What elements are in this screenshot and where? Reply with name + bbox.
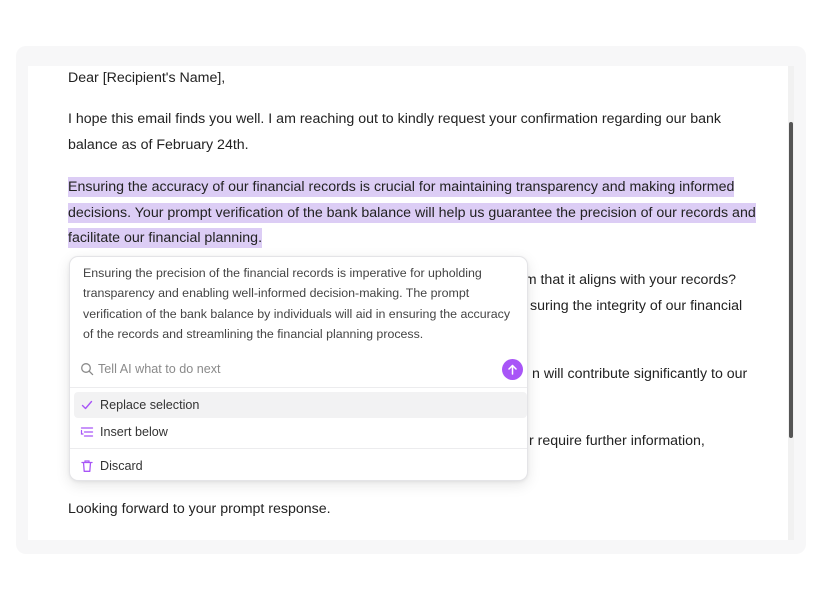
insert-below-label: Insert below xyxy=(100,425,168,439)
menu-divider xyxy=(70,448,527,449)
ai-assistant-panel: Ensuring the precision of the financial … xyxy=(69,256,528,481)
menu-divider xyxy=(70,387,527,388)
occluded-text-fragment: n will contribute significantly to our xyxy=(532,366,748,382)
scrollbar-thumb[interactable] xyxy=(789,122,793,438)
occluded-text-fragment: r require further information, xyxy=(529,433,705,449)
insert-below-button[interactable]: Insert below xyxy=(74,419,527,445)
discard-label: Discard xyxy=(100,459,143,473)
replace-selection-button[interactable]: Replace selection xyxy=(74,392,527,418)
occluded-text-fragment: rm that it aligns with your records? xyxy=(520,272,737,288)
occluded-text-fragment: suring the integrity of our financial xyxy=(530,298,743,314)
trash-icon xyxy=(81,460,93,472)
search-icon xyxy=(81,363,94,376)
ai-suggestion-text: Ensuring the precision of the financial … xyxy=(83,266,511,341)
check-icon xyxy=(81,400,93,410)
greeting-line: Dear [Recipient's Name], xyxy=(68,70,226,86)
arrow-up-icon xyxy=(508,364,517,375)
discard-button[interactable]: Discard xyxy=(74,453,527,479)
insert-below-icon xyxy=(80,427,94,437)
send-button[interactable] xyxy=(502,359,523,380)
ai-prompt-input[interactable] xyxy=(98,358,488,380)
selection-highlight: Ensuring the accuracy of our financial r… xyxy=(68,177,756,248)
replace-selection-label: Replace selection xyxy=(100,398,200,412)
closing-line: Looking forward to your prompt response. xyxy=(68,501,331,517)
paragraph-request: I hope this email finds you well. I am r… xyxy=(68,111,721,153)
paragraph-selected: Ensuring the accuracy of our financial r… xyxy=(68,175,758,252)
ai-prompt-row xyxy=(70,355,527,385)
